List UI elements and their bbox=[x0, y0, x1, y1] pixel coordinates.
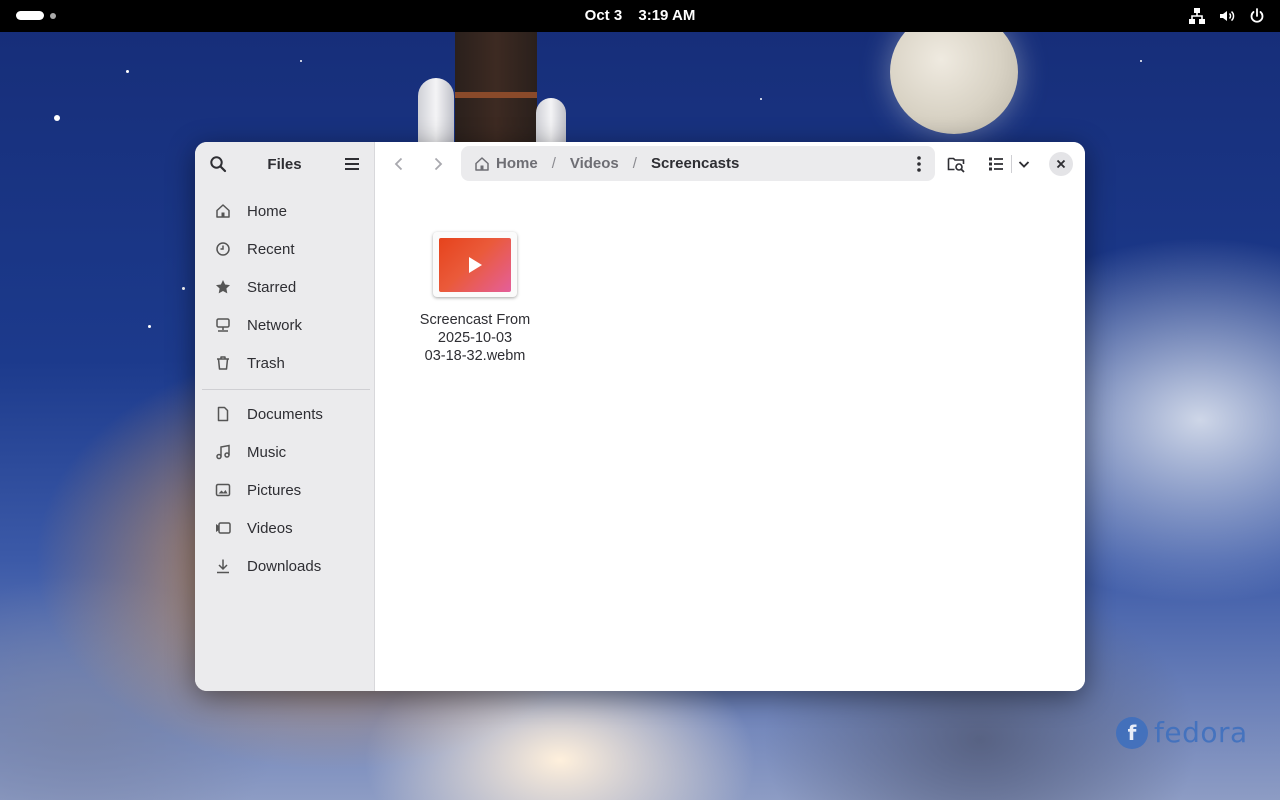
fedora-wordmark: fedora bbox=[1154, 716, 1248, 749]
sidebar-item-label: Videos bbox=[247, 519, 293, 537]
search-folder-button[interactable] bbox=[941, 149, 971, 179]
folder-menu-button[interactable] bbox=[907, 149, 931, 178]
rocket-booster bbox=[418, 78, 454, 144]
sidebar-item-label: Network bbox=[247, 316, 303, 334]
breadcrumb-separator: / bbox=[551, 155, 556, 172]
power-icon bbox=[1248, 7, 1266, 25]
rocket bbox=[455, 32, 537, 144]
download-icon bbox=[214, 557, 232, 575]
file-name-line: Screencast From bbox=[419, 312, 531, 328]
sidebar-item-home[interactable]: Home bbox=[203, 194, 366, 228]
sidebar-item-label: Recent bbox=[247, 240, 295, 258]
home-icon bbox=[474, 156, 490, 172]
sidebar-item-music[interactable]: Music bbox=[203, 435, 366, 469]
breadcrumb-separator: / bbox=[632, 155, 637, 172]
star bbox=[182, 287, 185, 290]
volume-icon bbox=[1218, 7, 1236, 25]
file-name-line: 2025-10-03 bbox=[437, 330, 513, 346]
chevron-down-icon bbox=[1018, 161, 1030, 168]
sidebar-item-label: Documents bbox=[247, 405, 323, 423]
sidebar-item-recent[interactable]: Recent bbox=[203, 232, 366, 266]
breadcrumb-label: Videos bbox=[569, 155, 619, 172]
star bbox=[300, 60, 302, 62]
sidebar-item-trash[interactable]: Trash bbox=[203, 346, 366, 380]
forward-button[interactable] bbox=[422, 149, 454, 179]
document-icon bbox=[214, 405, 232, 423]
view-options-button[interactable] bbox=[1013, 149, 1035, 179]
sidebar-header: Files bbox=[195, 142, 374, 186]
file-thumbnail bbox=[433, 232, 517, 297]
clock-icon bbox=[214, 240, 232, 258]
system-tray[interactable] bbox=[1188, 7, 1266, 25]
sidebar-item-starred[interactable]: Starred bbox=[203, 270, 366, 304]
play-icon bbox=[469, 256, 482, 273]
trash-icon bbox=[214, 354, 232, 372]
clock-time: 3:19 AM bbox=[638, 7, 696, 24]
sidebar-item-label: Trash bbox=[247, 354, 285, 372]
back-button[interactable] bbox=[383, 149, 415, 179]
fedora-icon: f bbox=[1116, 716, 1148, 749]
chevron-left-icon bbox=[394, 157, 403, 171]
star bbox=[760, 98, 762, 100]
video-icon bbox=[214, 519, 232, 537]
sidebar-item-label: Home bbox=[247, 202, 288, 220]
sidebar-item-documents[interactable]: Documents bbox=[203, 397, 366, 431]
breadcrumb-label: Screencasts bbox=[650, 155, 740, 172]
file-name-line: 03-18-32.webm bbox=[424, 348, 526, 364]
sidebar-item-pictures[interactable]: Pictures bbox=[203, 473, 366, 507]
clock[interactable]: Oct 3 3:19 AM bbox=[0, 7, 1280, 24]
star bbox=[148, 325, 151, 328]
sidebar-item-network[interactable]: Network bbox=[203, 308, 366, 342]
fedora-logo: f fedora bbox=[1116, 716, 1248, 749]
sidebar-item-label: Starred bbox=[247, 278, 297, 296]
breadcrumb-videos[interactable]: Videos bbox=[570, 155, 619, 172]
breadcrumb-screencasts[interactable]: Screencasts bbox=[651, 155, 739, 172]
sidebar-item-label: Pictures bbox=[247, 481, 302, 499]
star bbox=[54, 115, 60, 121]
main-menu-button[interactable] bbox=[337, 149, 367, 179]
star bbox=[1140, 60, 1142, 62]
path-bar[interactable]: Home / Videos / Screencasts bbox=[461, 146, 935, 181]
file-name: Screencast From 2025-10-03 03-18-32.webm bbox=[410, 311, 540, 365]
sidebar-item-videos[interactable]: Videos bbox=[203, 511, 366, 545]
sidebar-item-label: Music bbox=[247, 443, 287, 461]
sidebar-item-label: Downloads bbox=[247, 557, 322, 575]
chevron-right-icon bbox=[434, 157, 443, 171]
kebab-menu-icon bbox=[917, 155, 921, 172]
picture-icon bbox=[214, 481, 232, 499]
breadcrumb-label: Home bbox=[496, 155, 538, 172]
file-item[interactable]: Screencast From 2025-10-03 03-18-32.webm bbox=[410, 232, 540, 365]
network-icon bbox=[1188, 7, 1206, 25]
video-thumbnail bbox=[439, 237, 511, 292]
clock-date: Oct 3 bbox=[584, 7, 623, 24]
star bbox=[126, 70, 129, 73]
sidebar-item-downloads[interactable]: Downloads bbox=[203, 549, 366, 583]
files-window: Files Home Recent Starred Network Trash bbox=[195, 142, 1085, 691]
view-toggle-button[interactable] bbox=[981, 149, 1011, 179]
top-bar: Oct 3 3:19 AM bbox=[0, 0, 1280, 32]
close-icon bbox=[1056, 159, 1066, 169]
home-icon bbox=[214, 202, 232, 220]
list-view-icon bbox=[989, 157, 1003, 171]
network-icon bbox=[214, 316, 232, 334]
folder-search-icon bbox=[947, 157, 965, 173]
breadcrumb-home[interactable]: Home bbox=[461, 155, 538, 172]
sidebar-separator bbox=[202, 389, 370, 390]
hamburger-menu-icon bbox=[345, 158, 359, 170]
toolbar-divider bbox=[1011, 155, 1012, 173]
close-window-button[interactable] bbox=[1049, 152, 1073, 176]
star-icon bbox=[214, 278, 232, 296]
rocket-band bbox=[455, 92, 537, 98]
content-area: Home / Videos / Screencasts Screencast F… bbox=[375, 142, 1085, 691]
sidebar: Files Home Recent Starred Network Trash bbox=[195, 142, 375, 691]
music-icon bbox=[214, 443, 232, 461]
